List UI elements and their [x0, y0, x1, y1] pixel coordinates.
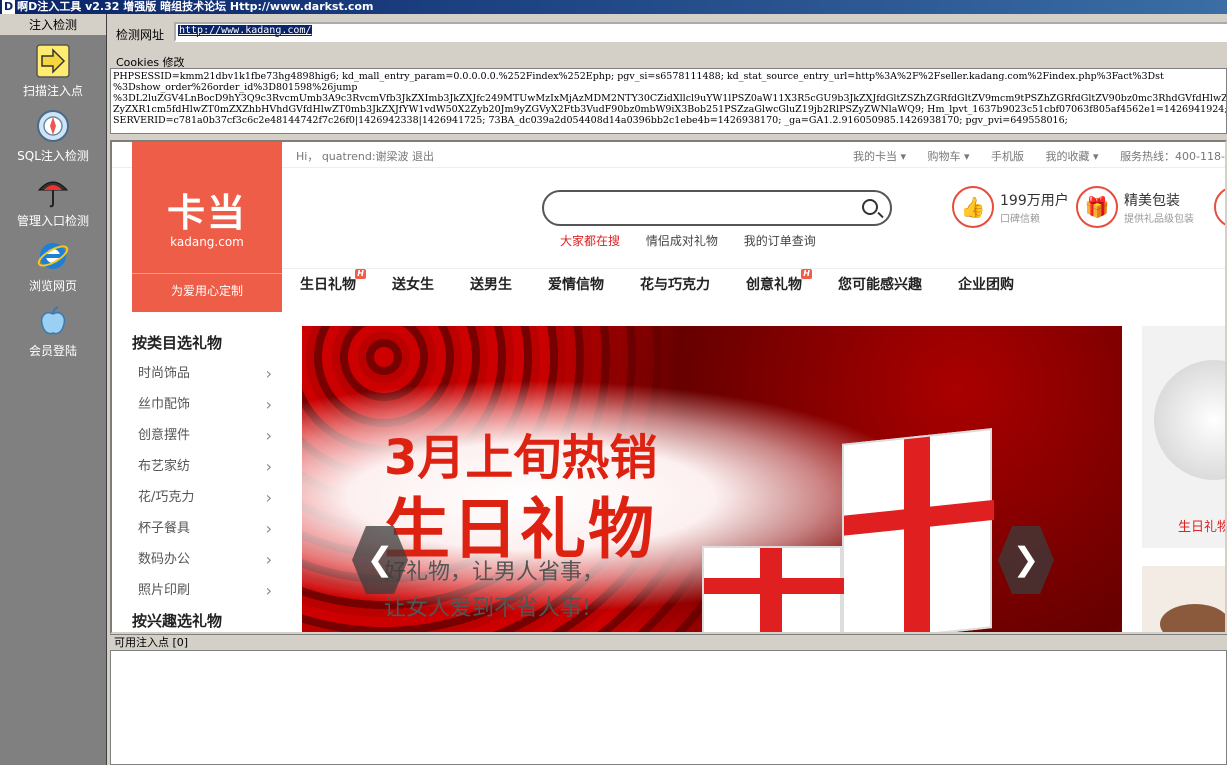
feature-title: 精美包装 [1124, 193, 1180, 209]
category-item[interactable]: 丝巾配饰 [132, 389, 302, 420]
sidebar-item-label: 管理入口检测 [16, 214, 89, 228]
site-search-input[interactable] [542, 190, 892, 226]
cookie-line: %3Dshow_order%26order_id%3D801598%26jump [113, 82, 358, 93]
hotline-text: 服务热线：400-118- [1120, 150, 1225, 163]
banner-line4: 让女人爱到不省人事! [384, 596, 591, 621]
side-promo-label: 生日礼物 [1178, 520, 1227, 535]
hot-search-label[interactable]: 大家都在搜 [560, 234, 620, 248]
feature-title: 199万用户 [1000, 193, 1069, 209]
site-nav: 生日礼物 H 送女生 送男生 爱情信物 花与巧克力 创意礼物 H 您可能感兴趣 企业团购 [282, 268, 1225, 304]
umbrella-icon [37, 181, 69, 208]
sidebar-item-sql[interactable]: SQL注入检测 [0, 101, 106, 166]
ie-icon [37, 243, 69, 269]
nav-for-her[interactable]: 送女生 [392, 269, 434, 301]
category-item[interactable]: 花/巧克力 [132, 482, 302, 513]
thumbs-up-icon: 👍 [952, 186, 994, 228]
cookie-line: ZyZXR1cm5fdHlwZT0mZXZhbHVhdGVfdHlwZT0mb3… [113, 104, 1227, 115]
url-input[interactable] [174, 22, 1227, 42]
sidebar-item-label: 扫描注入点 [22, 84, 83, 98]
sidebar-header: 注入检测 [0, 14, 106, 36]
category-item[interactable]: 创意摆件 [132, 420, 302, 451]
url-label: 检测网址 [116, 28, 165, 42]
logo-en: kadang.com [170, 235, 244, 249]
category-item[interactable]: 时尚饰品 [132, 358, 302, 389]
user-greeting[interactable]: Hi， quatrend:谢梁波 退出 [296, 148, 434, 164]
logo-cn: 卡当 [166, 191, 247, 235]
browser-view[interactable]: Hi， quatrend:谢梁波 退出 我的卡当 ▾ 购物车 ▾ 手机版 我的收… [110, 140, 1227, 634]
inject-points-label: 可用注入点 [0] [110, 634, 1227, 650]
sidebar-item-label: 会员登陆 [28, 344, 77, 358]
favorites-link[interactable]: 我的收藏 ▾ [1046, 150, 1099, 163]
feature-sub: 口碑信赖 [1000, 214, 1040, 225]
sidebar-item-label: 浏览网页 [28, 279, 77, 293]
hot-link[interactable]: 情侣成对礼物 [646, 234, 718, 248]
url-row: 检测网址 http://www.kadang.com/ [108, 14, 1227, 54]
category-header-interest: 按兴趣选礼物 [132, 612, 223, 630]
topbar-links: 我的卡当 ▾ 购物车 ▾ 手机版 我的收藏 ▾ 服务热线：400-118- [835, 148, 1225, 164]
category-item[interactable]: 布艺家纺 [132, 451, 302, 482]
cookie-line: PHPSESSID=kmm21dbv1k1fbe73hg4898hig6; kd… [113, 71, 1164, 82]
compass-icon [37, 110, 69, 142]
url-selection: http://www.kadang.com/ [178, 25, 313, 36]
nav-enterprise[interactable]: 企业团购 [958, 269, 1014, 301]
banner-line3: 好礼物，让男人省事， [384, 560, 605, 585]
badge-icon [1214, 186, 1225, 228]
mobile-link[interactable]: 手机版 [991, 150, 1024, 163]
category-item[interactable]: 数码办公 [132, 544, 302, 575]
sidebar: 注入检测 扫描注入点 SQL注入检测 管理入口检测 浏览网页 会员登陆 [0, 14, 107, 765]
window-title: 啊D注入工具 v2.32 增强版 暗组技术论坛 Http://www.darks… [17, 0, 374, 13]
nav-creative[interactable]: 创意礼物 H [746, 269, 812, 301]
nav-interest[interactable]: 您可能感兴趣 [838, 269, 922, 301]
inject-points-list[interactable] [110, 650, 1227, 765]
category-header: 按类目选礼物 [132, 334, 223, 352]
nav-label: 生日礼物 [300, 277, 356, 293]
cookies-textarea[interactable]: PHPSESSID=kmm21dbv1k1fbe73hg4898hig6; kd… [110, 68, 1227, 134]
sidebar-item-label: SQL注入检测 [17, 149, 89, 163]
sidebar-item-scan[interactable]: 扫描注入点 [0, 36, 106, 101]
sidebar-item-browse[interactable]: 浏览网页 [0, 231, 106, 296]
gift-icon: 🎁 [1076, 186, 1118, 228]
side-promo-macaron[interactable] [1142, 566, 1225, 632]
hot-badge: H [801, 269, 812, 279]
app-logo-icon: D [2, 0, 16, 14]
nav-birthday[interactable]: 生日礼物 H [300, 269, 366, 301]
sidebar-item-admin[interactable]: 管理入口检测 [0, 166, 106, 231]
side-promo-birthday[interactable]: 生日礼物 [1142, 326, 1227, 548]
category-list: 按类目选礼物 时尚饰品 丝巾配饰 创意摆件 布艺家纺 花/巧克力 杯子餐具 数码… [132, 328, 302, 632]
hot-badge: H [355, 269, 366, 279]
hot-search-links: 大家都在搜 情侣成对礼物 我的订单查询 [560, 232, 838, 249]
feature-sub: 提供礼品级包装 [1124, 214, 1194, 225]
hot-link[interactable]: 我的订单查询 [744, 234, 816, 248]
apple-icon [40, 306, 66, 335]
necklace-image [1154, 360, 1225, 480]
site-logo[interactable]: 卡当 kadang.com 为爱用心定制 [132, 142, 282, 312]
macaron-image [1160, 604, 1225, 632]
banner-next-button[interactable]: ❯ [998, 526, 1054, 594]
arrow-right-icon [36, 44, 70, 78]
sidebar-item-login[interactable]: 会员登陆 [0, 296, 106, 361]
cart-link[interactable]: 购物车 ▾ [928, 150, 970, 163]
logo-slogan: 为爱用心定制 [132, 273, 282, 299]
cookie-line: SERVERID=c781a0b37cf3c6c2e48144742f7c26f… [113, 115, 1068, 126]
nav-for-him[interactable]: 送男生 [470, 269, 512, 301]
hero-banner[interactable]: 3月上旬热销 生日礼物 好礼物，让男人省事， 让女人爱到不省人事! ❮ ❯ [302, 326, 1122, 632]
nav-flowers[interactable]: 花与巧克力 [640, 269, 710, 301]
title-bar: D 啊D注入工具 v2.32 增强版 暗组技术论坛 Http://www.dark… [0, 0, 1227, 14]
category-item[interactable]: 照片印刷 [132, 575, 302, 606]
category-item[interactable]: 杯子餐具 [132, 513, 302, 544]
gift-box-image [842, 428, 994, 632]
gift-box-small-image [702, 546, 844, 632]
my-kadang-link[interactable]: 我的卡当 ▾ [853, 150, 906, 163]
nav-label: 创意礼物 [746, 277, 802, 293]
cookie-line: %3DL2luZGV4LnBocD9hY3Q9c3RvcmUmb3A9c3Rvc… [113, 93, 1227, 104]
nav-love[interactable]: 爱情信物 [548, 269, 604, 301]
search-icon[interactable] [862, 199, 878, 215]
